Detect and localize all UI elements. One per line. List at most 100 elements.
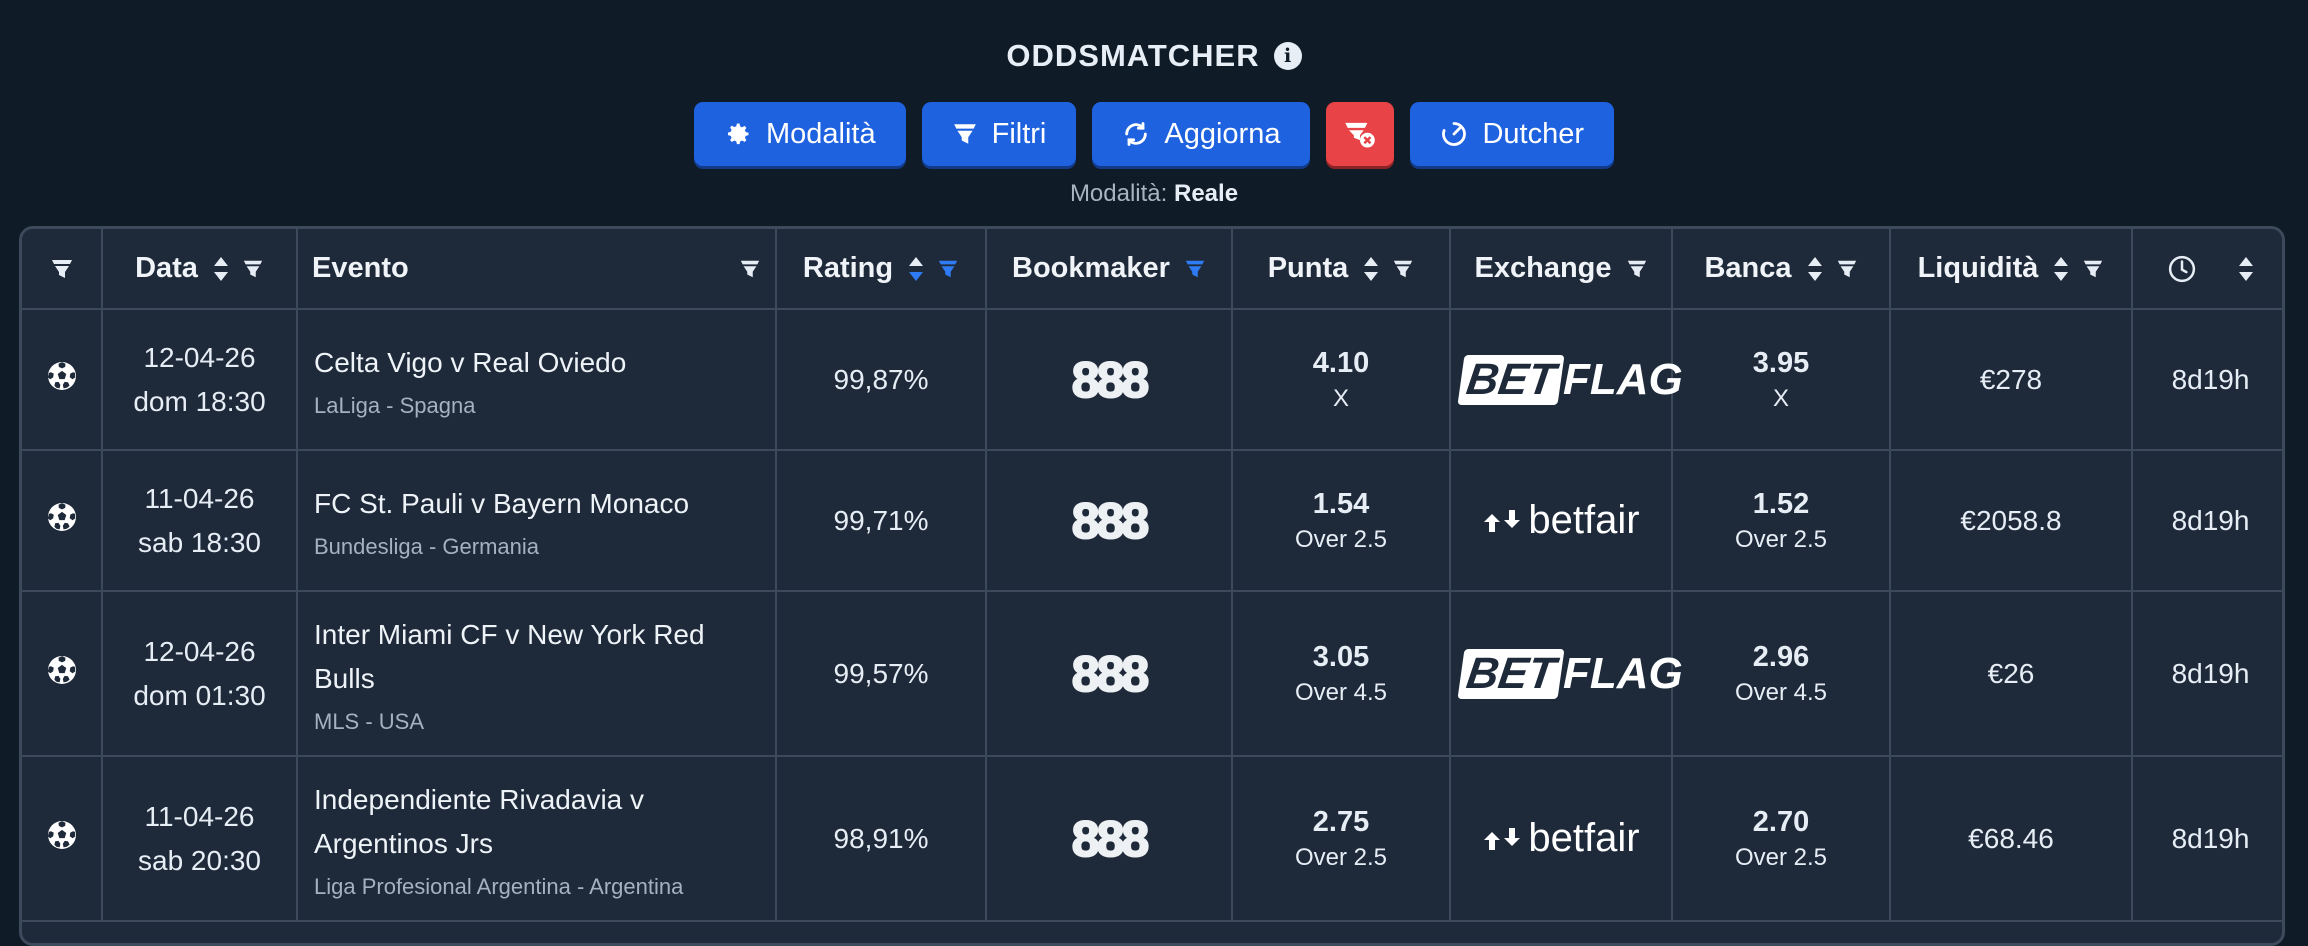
page-title: ODDSMATCHER [1006,38,1260,73]
date-cell: 11-04-26 sab 18:30 [102,450,298,592]
bookmaker-cell: 888 [986,756,1233,922]
sort-icon[interactable] [907,255,925,283]
sort-icon[interactable] [2052,255,2070,283]
exchange-column-header[interactable]: Exchange [1450,229,1673,310]
soccer-ball-icon [47,821,76,849]
refresh-button[interactable]: Aggiorna [1092,102,1311,166]
event-league: MLS - USA [314,708,425,734]
expiry-cell: 8d19h [2132,309,2282,451]
lay-cell: 2.70 Over 2.5 [1672,756,1891,922]
exchange-cell: BET FLAG [1450,309,1683,451]
filter-icon[interactable] [242,258,264,280]
bookmaker-cell: 888 [986,309,1233,451]
event-league: LaLiga - Spagna [314,392,476,418]
filters-button-label: Filtri [991,117,1047,150]
lay-market: Over 4.5 [1734,678,1828,706]
rating-cell: 99,57% [776,591,987,757]
sort-icon[interactable] [1806,255,1824,283]
sort-icon[interactable] [212,255,230,283]
sport-cell [22,591,103,757]
mode-button[interactable]: Modalità [693,102,906,166]
dutcher-button[interactable]: Dutcher [1410,102,1615,166]
event-name[interactable]: FC St. Pauli v Bayern Monaco [314,482,759,526]
filter-icon[interactable] [1626,258,1648,280]
filter-icon[interactable] [739,258,761,280]
mode-prefix: Modalità: [1069,180,1168,207]
exchange-header-label: Exchange [1474,252,1612,284]
date-column-header[interactable]: Data [102,229,298,310]
event-date: 12-04-26 [143,635,256,667]
sport-cell [22,450,103,592]
liquidity-cell: €2058.8 [1890,450,2133,592]
expiry-column-header[interactable] [2132,229,2282,310]
exchange-logo-text: FLAG [1563,354,1683,404]
exchange-logo: BET FLAG [1457,354,1683,405]
back-market: Over 2.5 [1294,843,1388,871]
exchange-logo: betfair [1482,816,1640,861]
exchange-logo-text: FLAG [1563,648,1683,698]
event-name[interactable]: Inter Miami CF v New York Red Bulls [314,613,759,701]
liquidity-cell: €68.46 [1890,756,2133,922]
event-column-header[interactable]: Evento [297,229,777,310]
rating-cell: 99,87% [776,309,987,451]
table-row[interactable]: 12-04-26 dom 01:30 Inter Miami CF v New … [22,591,2282,757]
back-cell: 1.54 Over 2.5 [1232,450,1451,592]
filter-icon[interactable] [50,258,74,280]
exchange-cell: betfair [1450,450,1673,592]
back-cell: 4.10 X [1232,309,1451,451]
filter-icon[interactable] [1184,258,1206,280]
liquidity-column-header[interactable]: Liquidità [1890,229,2133,310]
table-row[interactable]: 11-04-26 sab 18:30 FC St. Pauli v Bayern… [22,450,2282,592]
bookmaker-logo: 888 [1071,645,1150,703]
filters-button[interactable]: Filtri [921,102,1077,166]
filter-icon [953,124,976,144]
event-name[interactable]: Independiente Rivadavia v Argentinos Jrs [314,778,759,866]
back-cell: 3.05 Over 4.5 [1232,591,1451,757]
lay-odd: 1.52 [1752,487,1810,520]
lay-cell: 2.96 Over 4.5 [1672,591,1891,757]
lay-column-header[interactable]: Banca [1672,229,1891,310]
back-column-header[interactable]: Punta [1232,229,1451,310]
exchange-cell: betfair [1450,756,1673,922]
odds-table: Data Evento Rating Bookmaker Punta Excha… [19,226,2285,946]
event-header-label: Evento [312,252,409,284]
betfair-arrows-icon [1484,509,1521,532]
dutcher-icon [1442,122,1467,146]
back-market: X [1332,384,1349,412]
back-header-label: Punta [1267,252,1349,284]
toolbar: Modalità Filtri Aggiorna Dutcher [0,102,2308,166]
event-time: sab 20:30 [138,844,261,876]
sort-icon[interactable] [2237,255,2255,283]
event-cell: Independiente Rivadavia v Argentinos Jrs… [297,756,777,922]
bookmaker-cell: 888 [986,450,1233,592]
exchange-logo-text: betfair [1528,816,1640,860]
filter-icon[interactable] [1392,258,1414,280]
info-icon[interactable]: i [1273,42,1302,70]
clear-filters-button[interactable] [1326,102,1395,166]
bookmaker-column-header[interactable]: Bookmaker [986,229,1233,310]
sport-cell [22,309,103,451]
table-row[interactable]: 11-04-26 sab 20:30 Independiente Rivadav… [22,756,2282,922]
event-time: sab 18:30 [138,526,261,558]
filter-icon[interactable] [1836,258,1858,280]
bookmaker-header-label: Bookmaker [1012,252,1170,284]
rating-column-header[interactable]: Rating [776,229,987,310]
exchange-logo-text: BET [1457,354,1565,405]
lay-market: Over 2.5 [1734,525,1828,553]
exchange-cell: BET FLAG [1450,591,1683,757]
sort-icon[interactable] [1362,255,1380,283]
bookmaker-logo: 888 [1071,810,1150,868]
current-mode: Modalità: Reale [0,180,2308,208]
table-row[interactable]: 12-04-26 dom 18:30 Celta Vigo v Real Ovi… [22,309,2282,451]
event-cell: Celta Vigo v Real Oviedo LaLiga - Spagna [297,309,777,451]
event-name[interactable]: Celta Vigo v Real Oviedo [314,341,759,385]
filter-icon[interactable] [2082,258,2104,280]
date-cell: 11-04-26 sab 20:30 [102,756,298,922]
filter-icon[interactable] [937,258,959,280]
sport-cell [22,756,103,922]
date-cell: 12-04-26 dom 18:30 [102,309,298,451]
event-cell: FC St. Pauli v Bayern Monaco Bundesliga … [297,450,777,592]
liquidity-header-label: Liquidità [1917,252,2039,284]
dutcher-button-label: Dutcher [1482,117,1585,150]
lay-odd: 2.70 [1752,805,1810,838]
